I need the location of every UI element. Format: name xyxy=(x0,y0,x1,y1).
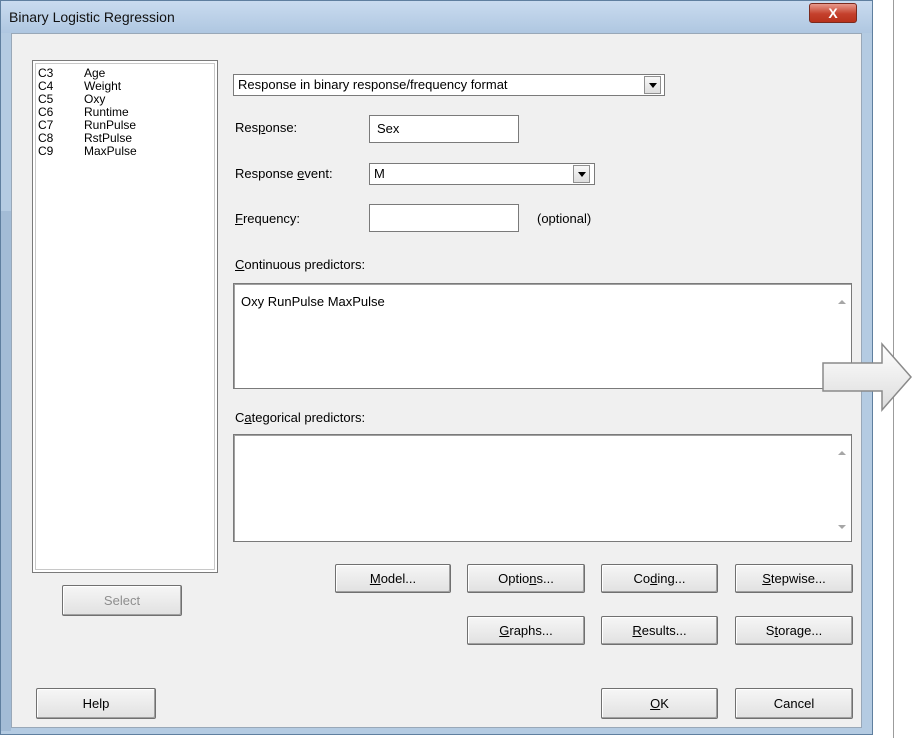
frequency-label: Frequency: xyxy=(235,211,301,226)
response-event-label: Response event: xyxy=(235,166,333,181)
help-button-label: Help xyxy=(82,696,110,711)
response-field[interactable]: Sex xyxy=(369,115,519,143)
results-button[interactable]: Results... xyxy=(601,616,718,645)
storage-button[interactable]: Storage... xyxy=(735,616,853,645)
stepwise-button[interactable]: Stepwise... xyxy=(735,564,853,593)
column-id: C9 xyxy=(38,144,54,158)
cancel-button-label: Cancel xyxy=(773,696,815,711)
variable-list-inner: C3 Age C4 Weight C5 Oxy C6 Runtime C7 Ru… xyxy=(35,63,215,570)
response-value: Sex xyxy=(377,121,400,136)
title-bar[interactable]: Binary Logistic Regression X xyxy=(1,1,872,33)
response-event-value: M xyxy=(374,166,385,181)
close-button[interactable]: X xyxy=(809,3,857,23)
continuous-predictors-value: Oxy RunPulse MaxPulse xyxy=(241,294,385,309)
model-button[interactable]: Model... xyxy=(335,564,451,593)
continuous-predictors-field[interactable]: Oxy RunPulse MaxPulse xyxy=(233,283,852,389)
close-icon: X xyxy=(828,5,838,21)
scroll-down-icon[interactable] xyxy=(838,525,846,529)
graphs-button[interactable]: Graphs... xyxy=(467,616,585,645)
optional-label: (optional) xyxy=(537,211,592,226)
options-button[interactable]: Options... xyxy=(467,564,585,593)
chevron-down-icon[interactable] xyxy=(573,165,590,183)
continuous-predictors-label: Continuous predictors: xyxy=(235,257,366,272)
response-event-select[interactable]: M xyxy=(369,163,595,185)
chevron-down-icon[interactable] xyxy=(644,76,661,94)
dialog-title: Binary Logistic Regression xyxy=(9,9,175,25)
categorical-predictors-label: Categorical predictors: xyxy=(235,410,366,425)
format-select[interactable]: Response in binary response/frequency fo… xyxy=(233,74,665,96)
right-arrow-icon xyxy=(822,342,912,412)
response-label: Response: xyxy=(235,120,298,135)
column-name: MaxPulse xyxy=(84,144,137,158)
scroll-up-icon[interactable] xyxy=(838,451,846,455)
variable-list[interactable]: C3 Age C4 Weight C5 Oxy C6 Runtime C7 Ru… xyxy=(32,60,218,573)
coding-button[interactable]: Coding... xyxy=(601,564,718,593)
categorical-predictors-field[interactable] xyxy=(233,434,852,542)
frequency-field[interactable] xyxy=(369,204,519,232)
format-select-value: Response in binary response/frequency fo… xyxy=(238,77,508,92)
frame-border xyxy=(1,211,11,731)
scroll-up-icon[interactable] xyxy=(838,300,846,304)
ok-button[interactable]: OK xyxy=(601,688,718,719)
cancel-button[interactable]: Cancel xyxy=(735,688,853,719)
help-button[interactable]: Help xyxy=(36,688,156,719)
select-button-label: Select xyxy=(103,593,141,608)
select-button[interactable]: Select xyxy=(62,585,182,616)
